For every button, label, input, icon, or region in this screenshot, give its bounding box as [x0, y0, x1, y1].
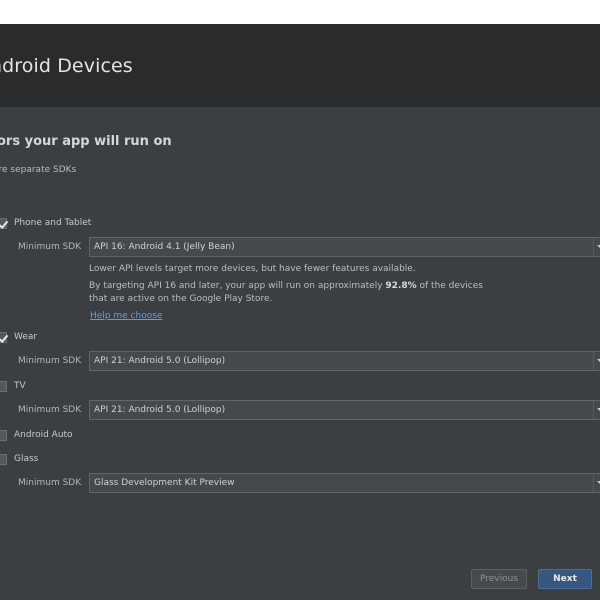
tv-min-sdk-value: API 21: Android 5.0 (Lollipop)	[94, 405, 226, 415]
phone-tablet-label: Phone and Tablet	[14, 218, 92, 228]
phone-tablet-checkbox[interactable]	[0, 217, 7, 229]
header-title: ndroid Devices	[0, 55, 133, 77]
phone-min-sdk-value: API 16: Android 4.1 (Jelly Bean)	[94, 242, 235, 252]
wear-min-sdk-dropdown[interactable]: API 21: Android 5.0 (Lollipop)	[89, 351, 600, 371]
api-info-line1: Lower API levels target more devices, bu…	[89, 264, 416, 274]
chevron-down-icon[interactable]	[593, 474, 600, 492]
android-auto-checkbox[interactable]	[0, 429, 7, 441]
phone-min-sdk-dropdown[interactable]: API 16: Android 4.1 (Jelly Bean)	[89, 237, 600, 257]
section-subtitle: ors your app will run on	[0, 134, 172, 149]
wear-min-sdk-value: API 21: Android 5.0 (Lollipop)	[94, 356, 226, 366]
phone-min-sdk-label: Minimum SDK	[18, 242, 82, 252]
api-info-line2a: By targeting API 16 and later, your app …	[89, 281, 386, 291]
wear-checkbox[interactable]	[0, 331, 7, 343]
android-auto-label: Android Auto	[14, 430, 73, 440]
android-auto-option[interactable]: Android Auto	[0, 428, 73, 442]
next-button[interactable]: Next	[538, 569, 592, 589]
new-project-dialog: ndroid Devices ors your app will run on …	[0, 24, 600, 600]
glass-min-sdk-dropdown[interactable]: Glass Development Kit Preview	[89, 473, 600, 493]
chevron-down-icon[interactable]	[593, 401, 600, 419]
help-me-choose-link[interactable]: Help me choose	[90, 311, 162, 321]
chevron-down-icon[interactable]	[593, 352, 600, 370]
tv-min-sdk-dropdown[interactable]: API 21: Android 5.0 (Lollipop)	[89, 400, 600, 420]
coverage-percent: 92.8%	[385, 281, 417, 291]
glass-label: Glass	[14, 454, 39, 464]
tv-checkbox[interactable]	[0, 380, 7, 392]
wear-min-sdk-label: Minimum SDK	[18, 356, 82, 366]
glass-checkbox[interactable]	[0, 453, 7, 465]
previous-button[interactable]: Previous	[471, 569, 527, 589]
wear-label: Wear	[14, 332, 38, 342]
dialog-header: ndroid Devices	[0, 24, 600, 107]
api-info-line2: By targeting API 16 and later, your app …	[89, 281, 483, 291]
section-note: ire separate SDKs	[0, 165, 77, 175]
api-info-line3: that are active on the Google Play Store…	[89, 294, 273, 304]
tv-min-sdk-label: Minimum SDK	[18, 405, 82, 415]
chevron-down-icon[interactable]	[593, 238, 600, 256]
glass-min-sdk-label: Minimum SDK	[18, 478, 82, 488]
glass-option[interactable]: Glass	[0, 452, 38, 466]
api-info-line2b: of the devices	[416, 281, 483, 291]
phone-tablet-option[interactable]: Phone and Tablet	[0, 216, 91, 230]
tv-label: TV	[14, 381, 26, 391]
glass-min-sdk-value: Glass Development Kit Preview	[94, 478, 235, 488]
wear-option[interactable]: Wear	[0, 330, 37, 344]
tv-option[interactable]: TV	[0, 379, 26, 393]
